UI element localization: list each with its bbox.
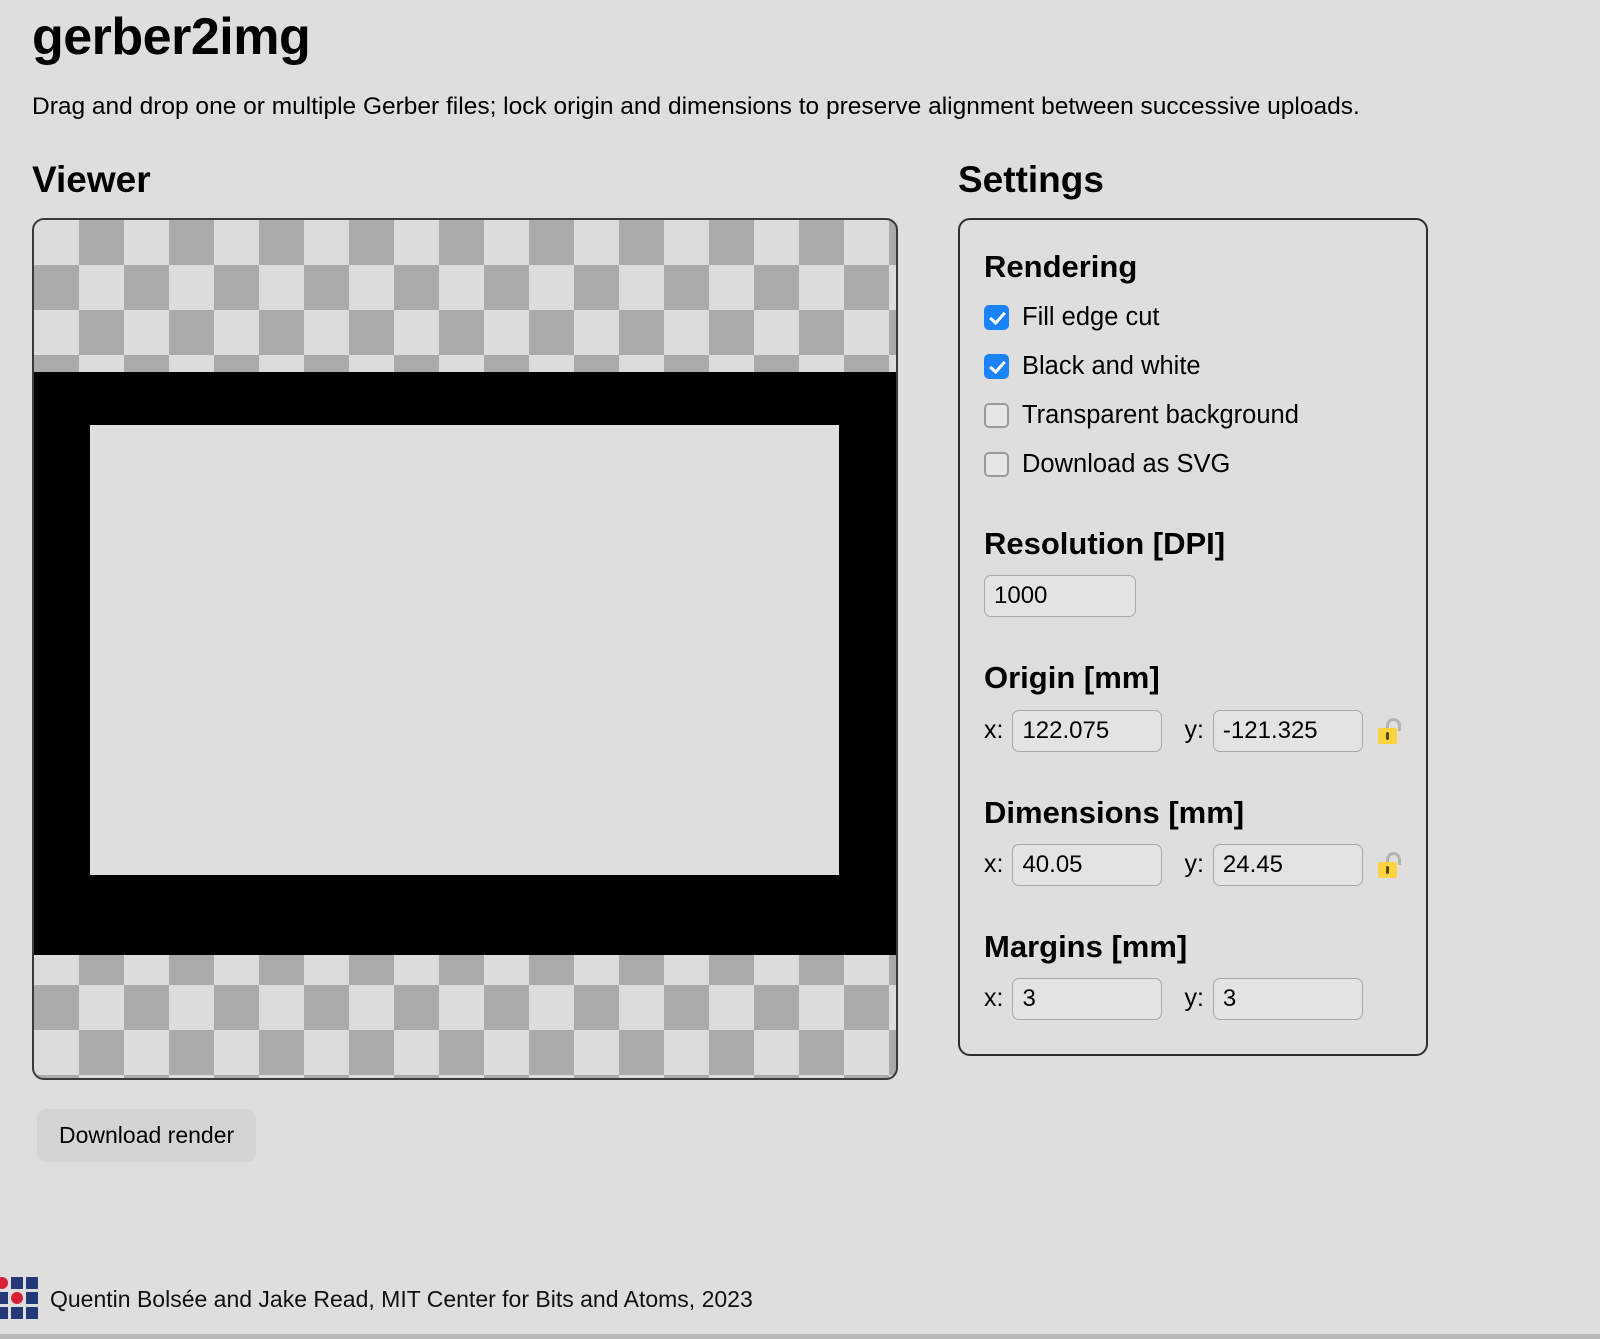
origin-x-label: x:: [984, 716, 1004, 745]
footer-credit: Quentin Bolsée and Jake Read, MIT Center…: [50, 1285, 753, 1312]
settings-column: Settings Rendering Fill edge cut Black a…: [958, 158, 1448, 1056]
resolution-group-heading: Resolution [DPI]: [984, 526, 1226, 562]
margins-group-heading: Margins [mm]: [984, 928, 1188, 964]
checkbox-row-fill-edge-cut[interactable]: Fill edge cut: [984, 298, 1402, 336]
checkbox-download-as-svg[interactable]: [984, 451, 1009, 477]
page-subtitle: Drag and drop one or multiple Gerber fil…: [32, 92, 1360, 120]
cba-logo-icon: [0, 1277, 40, 1321]
dimensions-group-heading: Dimensions [mm]: [984, 794, 1245, 830]
dimensions-unlock-icon[interactable]: [1377, 851, 1403, 878]
margins-x-label: x:: [984, 984, 1004, 1013]
app-root: gerber2img Drag and drop one or multiple…: [0, 0, 1600, 1339]
origin-unlock-icon[interactable]: [1377, 717, 1403, 744]
footer: Quentin Bolsée and Jake Read, MIT Center…: [0, 1277, 753, 1321]
dimensions-y-input[interactable]: [1212, 843, 1363, 886]
dimensions-y-label: y:: [1184, 850, 1204, 879]
settings-heading: Settings: [958, 158, 1104, 200]
settings-panel: Rendering Fill edge cut Black and white …: [958, 218, 1428, 1056]
origin-field-row: x: y:: [984, 709, 1403, 752]
checkbox-fill-edge-cut[interactable]: [984, 304, 1009, 330]
origin-y-label: y:: [1184, 716, 1204, 745]
dimensions-x-input[interactable]: [1012, 843, 1163, 886]
dimensions-x-label: x:: [984, 850, 1004, 879]
checkbox-label-download-as-svg[interactable]: Download as SVG: [1022, 451, 1230, 478]
checkbox-black-and-white[interactable]: [984, 353, 1009, 379]
margins-field-row: x: y:: [984, 977, 1402, 1020]
checkbox-row-black-and-white[interactable]: Black and white: [984, 347, 1402, 385]
checkbox-label-fill-edge-cut[interactable]: Fill edge cut: [1022, 304, 1160, 331]
dimensions-field-row: x: y:: [984, 843, 1403, 886]
checkbox-label-black-and-white[interactable]: Black and white: [1022, 353, 1201, 380]
main-columns: Viewer Download render Settings Renderin…: [32, 158, 1568, 1163]
margins-x-input[interactable]: [1012, 977, 1163, 1020]
resolution-dpi-input[interactable]: [984, 575, 1136, 618]
checkbox-row-transparent-background[interactable]: Transparent background: [984, 396, 1402, 434]
margins-y-label: y:: [1184, 984, 1204, 1013]
checkbox-row-download-as-svg[interactable]: Download as SVG: [984, 445, 1402, 483]
render-inner-cutout: [90, 425, 839, 876]
resolution-field-row: [984, 575, 1402, 618]
download-render-button[interactable]: Download render: [37, 1109, 257, 1163]
page-title: gerber2img: [32, 8, 311, 66]
origin-group-heading: Origin [mm]: [984, 660, 1160, 696]
gerber-viewer-canvas[interactable]: [32, 218, 898, 1081]
bottom-bar: [0, 1334, 1600, 1339]
origin-y-input[interactable]: [1212, 709, 1363, 752]
checkbox-transparent-background[interactable]: [984, 402, 1009, 428]
rendering-group-heading: Rendering: [984, 249, 1138, 285]
render-edge-cut-fill: [34, 372, 896, 956]
viewer-heading: Viewer: [32, 158, 151, 200]
checkbox-label-transparent-background[interactable]: Transparent background: [1022, 402, 1299, 429]
viewer-column: Viewer Download render: [32, 158, 912, 1163]
origin-x-input[interactable]: [1012, 709, 1163, 752]
margins-y-input[interactable]: [1212, 977, 1363, 1020]
